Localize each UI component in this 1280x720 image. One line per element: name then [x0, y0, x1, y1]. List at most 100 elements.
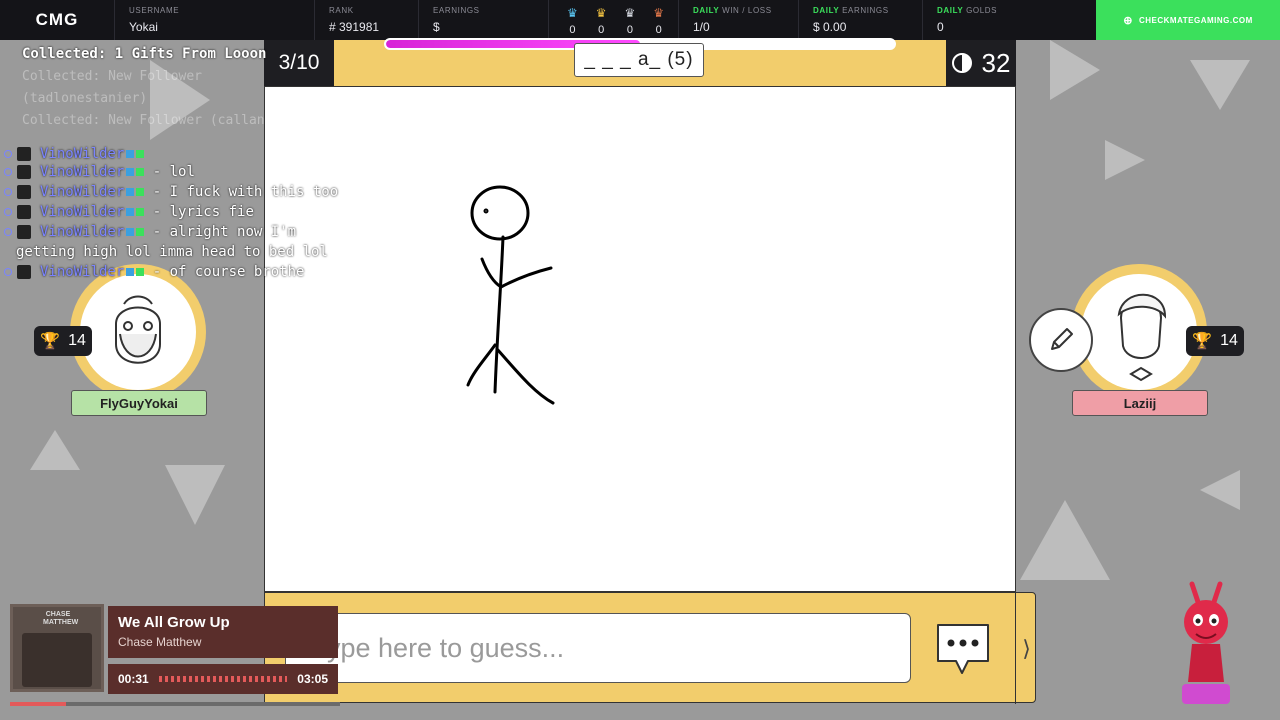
pencil-icon — [1051, 328, 1073, 350]
chat-text: - lyrics fie — [152, 204, 254, 220]
chat-text: - I fuck with this too — [152, 184, 339, 200]
cartoon-avatar-icon — [1117, 293, 1167, 382]
drawing-canvas[interactable] — [264, 86, 1016, 592]
guess-input[interactable]: Type here to guess... — [285, 613, 911, 683]
rank-stat: RANK # 391981 — [314, 0, 418, 40]
crown-icon: ♛ — [624, 6, 636, 20]
earnings-stat: EARNINGS $ — [418, 0, 548, 40]
chat-message: VinoWilder — [0, 144, 345, 162]
chat-message: VinoWilder - lol — [0, 162, 345, 182]
track-artist: Chase Matthew — [118, 635, 202, 649]
chat-user-icon — [17, 265, 31, 279]
chat-dot-icon — [4, 208, 12, 216]
player-left-name: FlyGuyYokai — [71, 390, 207, 416]
timer-icon — [951, 53, 972, 73]
chat-text: - of course brothe — [152, 264, 305, 280]
track-elapsed: 00:31 — [118, 672, 149, 686]
player-right-name: Laziij — [1072, 390, 1208, 416]
badge-icon — [126, 150, 135, 158]
turn-timer: 32 — [946, 40, 1016, 86]
stick-figure-drawing — [466, 185, 555, 405]
daily-earnings-label: DAILY EARNINGS — [813, 6, 889, 15]
word-bar: _ _ _ a_ (5) — [334, 38, 946, 86]
daily-golds-label: DAILY GOLDS — [937, 6, 998, 15]
chat-message: VinoWilder - of course brothe — [0, 262, 345, 282]
crown-icon: ♛ — [595, 6, 607, 20]
badge-icon — [136, 228, 145, 236]
chat-user-icon — [17, 205, 31, 219]
timer-value: 32 — [981, 47, 1011, 78]
globe-icon: ⊕ — [1123, 14, 1133, 27]
chat-dot-icon — [4, 228, 12, 236]
daily-earnings-value: $ 0.00 — [813, 20, 847, 34]
crown-bronze: ♛ 0 — [653, 6, 664, 36]
track-progress-bar — [10, 702, 340, 706]
chat-message: VinoWilder - lyrics fie — [0, 202, 345, 222]
trophy-icon: 🏆 — [1192, 333, 1213, 350]
badge-icon — [126, 188, 135, 196]
guess-bar: Type here to guess... ⟩ — [264, 592, 1037, 704]
top-status-bar: CMG USERNAME Yokai RANK # 391981 EARNING… — [0, 0, 1280, 40]
badge-icon — [136, 168, 145, 176]
brand-logo[interactable]: CMG — [0, 0, 114, 40]
drawer-indicator — [1029, 308, 1093, 372]
chat-text: - lol — [152, 164, 195, 180]
chat-dot-icon — [4, 188, 12, 196]
faded-alert: (tadlonestanier) — [22, 91, 148, 106]
chat-user-icon — [17, 225, 31, 239]
devil-mascot-icon — [1178, 578, 1234, 710]
stream-chat-overlay: Collected: 1 Gifts From Looon Collected:… — [0, 40, 345, 380]
chat-username: VinoWilder — [40, 204, 125, 220]
player-right-trophy-badge: 🏆 14 — [1186, 326, 1244, 356]
chat-username: VinoWilder — [40, 224, 125, 240]
faded-alert: Collected: New Follower (callan15) — [22, 113, 289, 128]
player-right-trophy-count: 14 — [1220, 332, 1238, 349]
rank-label: RANK — [329, 6, 354, 15]
game-board: 3/10 _ _ _ a_ (5) 32 Type here to guess.… — [264, 38, 1036, 704]
track-duration: 03:05 — [297, 672, 328, 686]
chat-username: VinoWilder — [40, 164, 125, 180]
badge-icon — [136, 268, 145, 276]
chat-username: VinoWilder — [40, 146, 125, 162]
badge-icon — [126, 228, 135, 236]
username-stat: USERNAME Yokai — [114, 0, 314, 40]
crown-counts: ♛ 0 ♛ 0 ♛ 0 ♛ 0 — [548, 0, 678, 40]
daily-win-loss-label: DAILY WIN / LOSS — [693, 6, 772, 15]
chat-dot-icon — [4, 168, 12, 176]
crown-icon: ♛ — [566, 6, 578, 20]
badge-icon — [136, 150, 145, 158]
track-progress-dashes — [158, 676, 288, 682]
word-hint: _ _ _ a_ (5) — [574, 43, 704, 77]
crown-blue: ♛ 0 — [566, 6, 578, 36]
chat-username: VinoWilder — [40, 264, 125, 280]
rank-value: # 391981 — [329, 20, 380, 34]
badge-icon — [126, 268, 135, 276]
chat-dot-icon — [4, 268, 12, 276]
daily-win-loss-value: 1/0 — [693, 20, 710, 34]
chat-message: VinoWilder - I fuck with this too — [0, 182, 345, 202]
collected-alert-text: 1 Gifts From Looon — [114, 46, 267, 62]
daily-earnings-stat: DAILY EARNINGS $ 0.00 — [798, 0, 922, 40]
avatar — [1081, 274, 1197, 390]
chat-bubble-icon — [937, 624, 989, 674]
now-playing-widget: CHASE MATTHEW We All Grow Up Chase Matth… — [10, 604, 340, 708]
send-guess-button[interactable] — [933, 621, 993, 677]
badge-icon — [136, 188, 145, 196]
track-info: We All Grow Up Chase Matthew — [108, 606, 338, 658]
collapse-panel-button[interactable]: ⟩ — [1015, 593, 1037, 704]
username-value: Yokai — [129, 20, 158, 34]
chat-user-icon — [17, 185, 31, 199]
badge-icon — [126, 208, 135, 216]
chat-user-icon — [17, 147, 31, 161]
chevron-right-icon: ⟩ — [1022, 635, 1031, 661]
badge-icon — [136, 208, 145, 216]
collected-alert-label: Collected: — [22, 46, 107, 62]
daily-golds-stat: DAILY GOLDS 0 — [922, 0, 1042, 40]
website-link-label: CHECKMATEGAMING.COM — [1138, 15, 1253, 25]
website-link[interactable]: ⊕ CHECKMATEGAMING.COM — [1096, 0, 1280, 40]
album-art: CHASE MATTHEW — [10, 604, 104, 692]
earnings-label: EARNINGS — [433, 6, 480, 15]
track-progress-fill — [10, 702, 66, 706]
daily-win-loss-stat: DAILY WIN / LOSS 1/0 — [678, 0, 798, 40]
chat-dot-icon — [4, 150, 12, 158]
